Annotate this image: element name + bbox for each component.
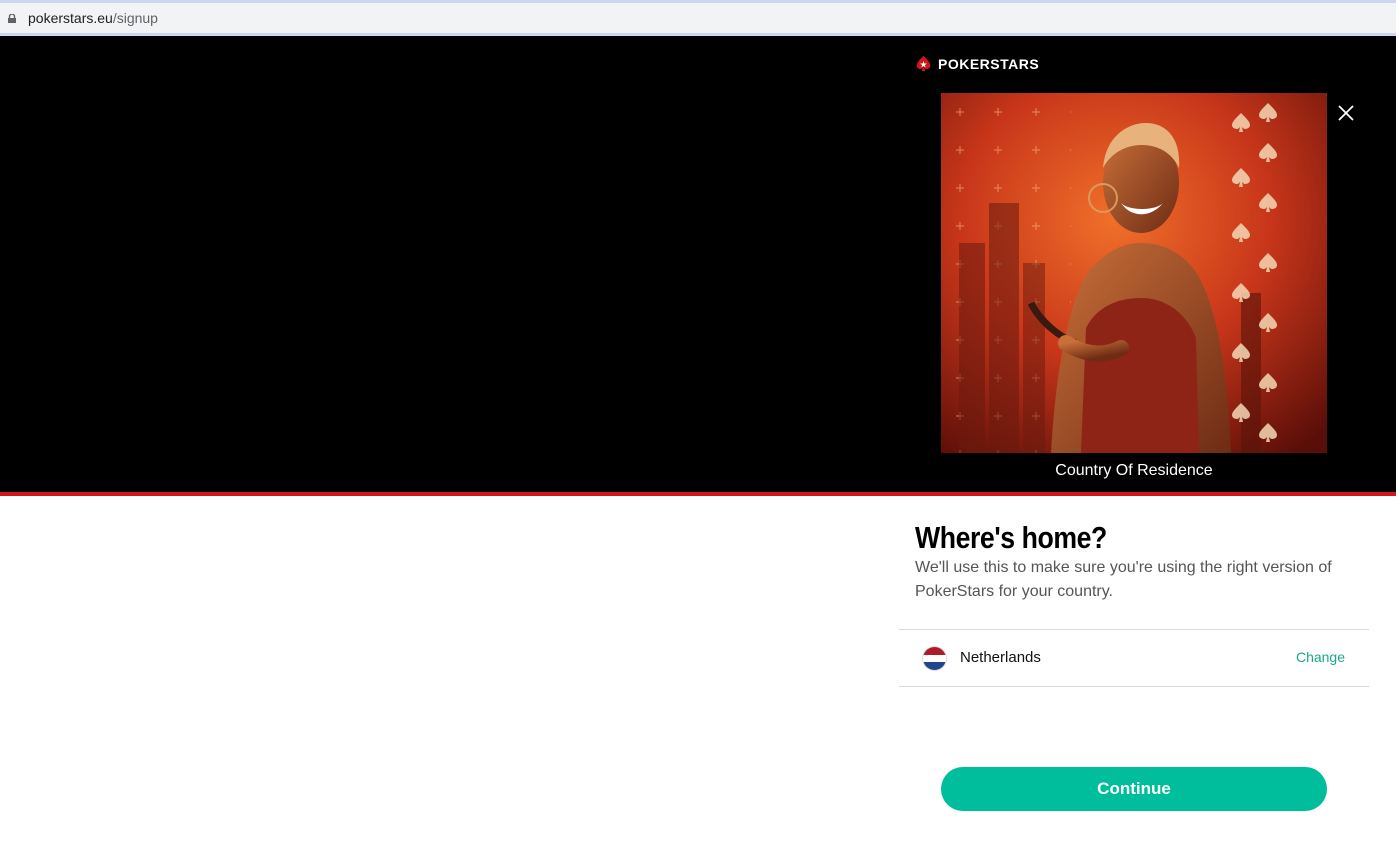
accent-divider bbox=[0, 492, 1396, 496]
url-path: /signup bbox=[112, 10, 158, 26]
country-selector[interactable]: Netherlands Change bbox=[899, 629, 1369, 687]
netherlands-flag-icon bbox=[922, 646, 947, 671]
selected-country: Netherlands bbox=[960, 649, 1041, 666]
browser-address-bar[interactable]: pokerstars.eu/signup bbox=[0, 0, 1396, 36]
page-title: Where's home? bbox=[915, 520, 1107, 555]
promo-image bbox=[941, 93, 1327, 453]
brand-name: POKERSTARS bbox=[938, 55, 1040, 72]
url-domain: pokerstars.eu bbox=[28, 10, 113, 26]
close-icon[interactable] bbox=[1336, 103, 1356, 123]
page-description: We'll use this to make sure you're using… bbox=[915, 559, 1332, 600]
continue-button[interactable]: Continue bbox=[941, 767, 1327, 811]
lock-icon bbox=[8, 14, 16, 23]
hero-caption: Country Of Residence bbox=[1055, 462, 1213, 479]
pokerstars-logo: POKERSTARS bbox=[915, 55, 1039, 72]
change-country-link[interactable]: Change bbox=[1296, 649, 1345, 665]
pokerstars-logo-icon bbox=[916, 55, 931, 72]
url-text[interactable]: pokerstars.eu/signup bbox=[28, 10, 158, 26]
